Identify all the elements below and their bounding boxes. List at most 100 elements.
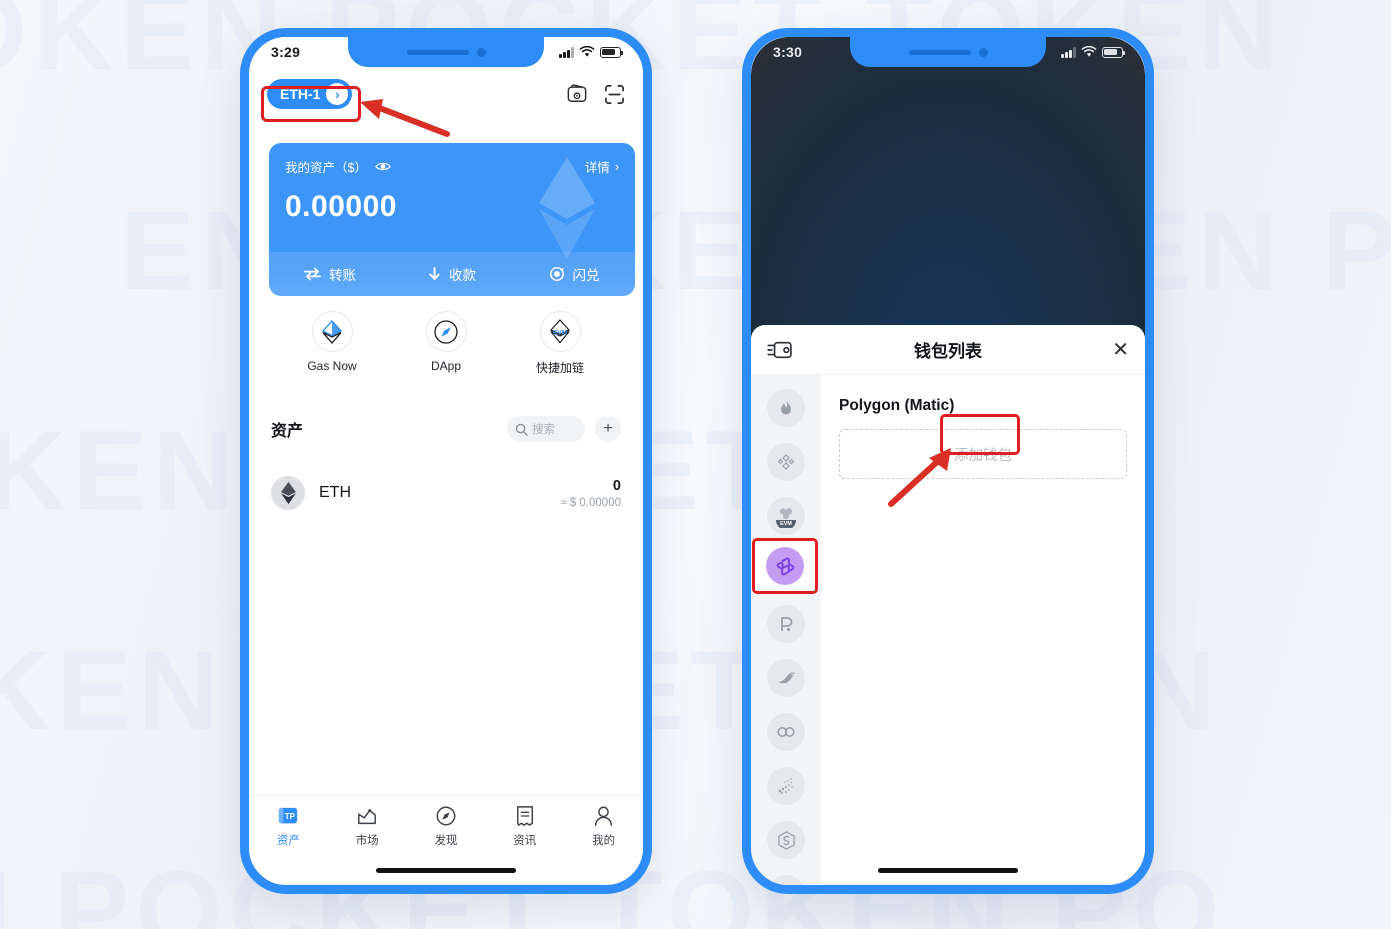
discover-compass-icon — [436, 806, 456, 826]
battery-icon — [600, 46, 624, 58]
nervos-bird-icon — [778, 672, 795, 684]
shortcut-label: 快捷加链 — [535, 361, 584, 375]
search-input[interactable]: 搜索 — [507, 416, 585, 442]
tab-label: 资产 — [276, 834, 300, 847]
asset-list-item[interactable]: ETH 0 ≈ $ 0.00000 — [249, 465, 643, 521]
chain-rail-item-bnb[interactable] — [767, 443, 805, 481]
add-wallet-highlight — [940, 414, 1020, 455]
tab-market[interactable]: 市场 — [328, 806, 407, 848]
search-icon — [515, 423, 528, 436]
svg-text:EVM: EVM — [553, 329, 568, 336]
eth-gas-icon — [311, 311, 353, 352]
polygon-rail-highlight[interactable] — [752, 538, 818, 594]
receive-label: 收款 — [449, 268, 476, 283]
phone-one-screen: 3:29 ETH-1 › 我的资产（$） 详情 › 0.00000 转账 收款 … — [249, 37, 643, 885]
infinity-chain-icon — [777, 727, 795, 737]
ethereum-watermark-icon — [539, 157, 595, 259]
front-camera — [978, 47, 988, 57]
chain-rail-item-iota[interactable] — [767, 767, 805, 805]
receive-button[interactable]: 收款 — [391, 264, 513, 284]
transfer-label: 转账 — [329, 268, 356, 283]
cellular-signal-icon — [1061, 46, 1076, 58]
cosmos-atom-icon — [777, 885, 796, 886]
sheet-header: 钱包列表 ✕ — [751, 325, 1145, 375]
notch — [850, 37, 1046, 67]
cellular-signal-icon — [559, 46, 574, 58]
chain-rail-item-solar[interactable] — [767, 821, 805, 859]
balance-card: 我的资产（$） 详情 › 0.00000 转账 收款 闪兑 — [269, 143, 635, 296]
polkadot-icon — [780, 617, 792, 632]
chain-name-label: Polygon (Matic) — [839, 397, 955, 414]
scan-qr-icon[interactable] — [604, 84, 625, 105]
phone-two-frame: 3:30 钱包列表 ✕ EVM Polygon (Matic) 添加钱包 — [742, 28, 1154, 894]
wallet-list-sheet: 钱包列表 ✕ EVM Polygon (Matic) 添加钱包 — [751, 325, 1145, 885]
eth-token-icon — [271, 476, 305, 510]
notch — [348, 37, 544, 67]
iota-icon — [778, 778, 793, 794]
evm-badge-icon: EVM — [776, 508, 796, 528]
speaker-grille — [406, 49, 469, 55]
tab-discover[interactable]: 发现 — [407, 805, 486, 848]
chain-rail-item-polygon[interactable] — [766, 547, 804, 585]
heco-flame-icon — [781, 400, 791, 415]
chain-rail-item-nervos[interactable] — [767, 659, 805, 697]
bottom-tab-bar: TP 资产 市场 发现 资讯 我的 — [249, 795, 643, 851]
background-watermark: OKEN POCKET TOKEN EN POCKET TOKEN PO TOK… — [0, 0, 1391, 929]
tab-label: 发现 — [434, 835, 458, 847]
shortcut-add-chain[interactable]: EVM 快捷加链 — [503, 311, 617, 376]
asset-symbol: ETH — [319, 484, 351, 501]
phone-two-screen: 3:30 钱包列表 ✕ EVM Polygon (Matic) 添加钱包 — [751, 37, 1145, 885]
chain-rail-item-cosmos[interactable] — [767, 875, 805, 885]
news-icon — [516, 806, 533, 826]
shortcut-row: Gas Now DApp EVM 快捷加链 — [249, 311, 643, 397]
market-chart-icon — [358, 808, 377, 824]
wifi-icon — [579, 46, 595, 57]
close-icon[interactable]: ✕ — [1112, 340, 1129, 360]
balance-card-title: 我的资产（$） — [285, 161, 367, 175]
bnb-diamond-icon — [777, 454, 795, 470]
chain-rail-item-heco[interactable] — [767, 389, 805, 427]
receive-icon — [429, 266, 440, 280]
add-token-button[interactable]: + — [595, 416, 621, 442]
transfer-button[interactable]: 转账 — [269, 264, 391, 284]
chevron-right-icon: › — [614, 159, 619, 174]
assets-title: 资产 — [271, 423, 304, 440]
solar-hex-icon — [777, 830, 795, 850]
shortcut-label: Gas Now — [307, 359, 357, 373]
chain-rail[interactable]: EVM — [751, 375, 821, 885]
chain-rail-item-infinity[interactable] — [767, 713, 805, 751]
speaker-grille — [908, 49, 971, 55]
compass-icon — [425, 311, 467, 352]
shortcut-label: DApp — [430, 359, 462, 373]
status-time: 3:29 — [271, 44, 301, 60]
tab-news[interactable]: 资讯 — [485, 805, 564, 848]
tab-label: 我的 — [592, 835, 616, 847]
transfer-icon — [304, 267, 321, 281]
eye-icon[interactable] — [375, 161, 391, 172]
home-indicator — [376, 868, 516, 873]
tab-profile[interactable]: 我的 — [564, 805, 643, 848]
battery-icon — [1102, 46, 1126, 58]
svg-text:EVM: EVM — [780, 521, 792, 527]
tp-wallet-icon: TP — [279, 807, 298, 823]
sheet-title: 钱包列表 — [914, 342, 982, 361]
swap-button[interactable]: 闪兑 — [513, 264, 635, 284]
chain-rail-item-evm[interactable]: EVM — [767, 497, 805, 535]
wifi-icon — [1081, 46, 1097, 57]
profile-person-icon — [595, 806, 613, 826]
front-camera — [476, 47, 486, 57]
tab-label: 市场 — [355, 834, 379, 847]
shortcut-gas-now[interactable]: Gas Now — [275, 311, 389, 373]
wallet-manage-icon[interactable] — [566, 84, 588, 104]
assets-header: 资产 搜索 + — [249, 411, 643, 447]
tab-assets[interactable]: TP 资产 — [249, 806, 328, 848]
shortcut-dapp[interactable]: DApp — [389, 311, 503, 373]
tab-label: 资讯 — [513, 835, 537, 847]
svg-text:TP: TP — [285, 811, 295, 820]
status-time: 3:30 — [773, 44, 803, 60]
polygon-icon — [776, 557, 794, 575]
chain-rail-item-polkadot[interactable] — [767, 605, 805, 643]
asset-fiat-value: ≈ $ 0.00000 — [560, 496, 621, 509]
swap-label: 闪兑 — [572, 268, 600, 283]
home-indicator — [878, 868, 1018, 873]
